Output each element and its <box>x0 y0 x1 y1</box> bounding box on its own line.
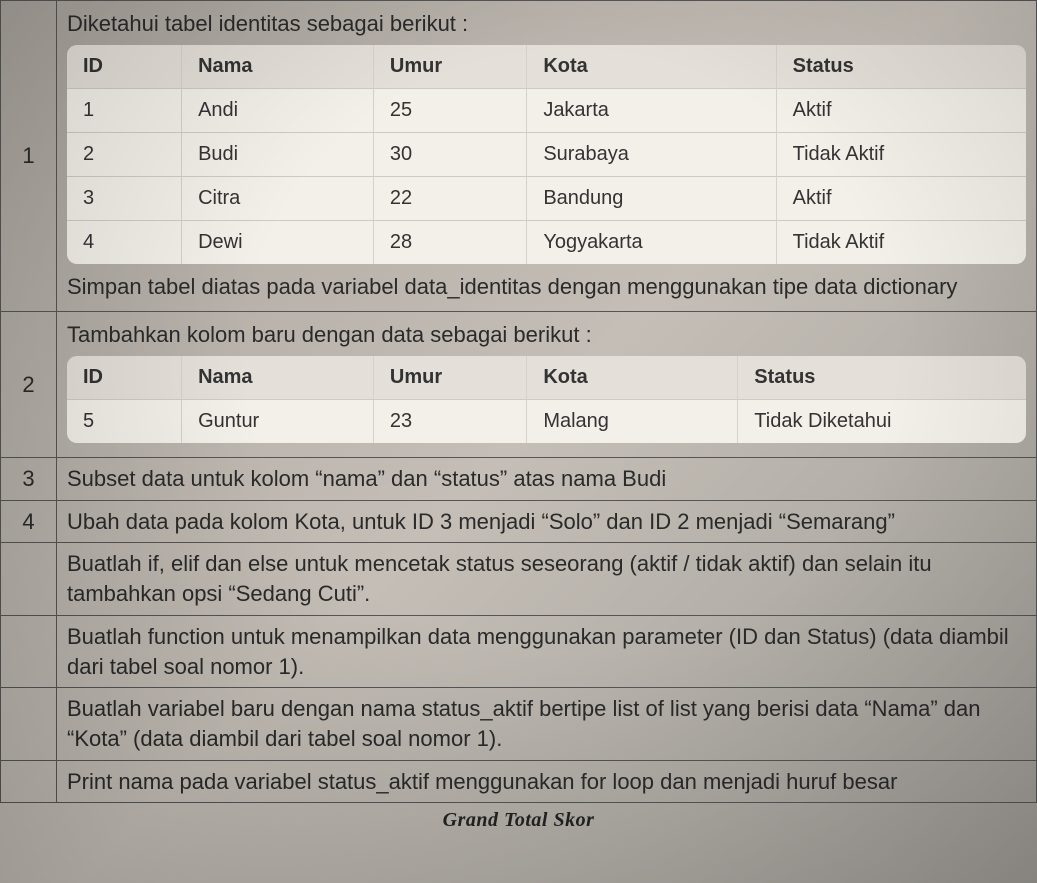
question-grid: 1 Diketahui tabel identitas sebagai beri… <box>0 0 1037 803</box>
table-row: 5 Guntur 23 Malang Tidak Diketahui <box>67 400 1026 443</box>
cell: Bandung <box>527 177 776 221</box>
question-cell: Buatlah if, elif dan else untuk mencetak… <box>57 543 1037 615</box>
cell: 30 <box>374 133 527 177</box>
cell: 2 <box>67 133 182 177</box>
cell: Citra <box>182 177 374 221</box>
cell: 4 <box>67 221 182 264</box>
cell: Andi <box>182 89 374 133</box>
cell: 23 <box>374 400 527 443</box>
col-header: Kota <box>527 356 738 400</box>
cell: Aktif <box>777 89 1026 133</box>
col-header: Umur <box>374 45 527 89</box>
cell: Tidak Aktif <box>777 221 1026 264</box>
question-outro: Simpan tabel diatas pada variabel data_i… <box>67 272 1026 302</box>
question-number <box>1 760 57 803</box>
question-number <box>1 615 57 687</box>
cell: Dewi <box>182 221 374 264</box>
cell: Budi <box>182 133 374 177</box>
question-cell: Diketahui tabel identitas sebagai beriku… <box>57 1 1037 312</box>
cell: 1 <box>67 89 182 133</box>
question-text: Buatlah function untuk menampilkan data … <box>67 624 1009 679</box>
cell: Tidak Diketahui <box>738 400 1026 443</box>
table-row: 2 Budi 30 Surabaya Tidak Aktif <box>67 133 1026 177</box>
col-header: Umur <box>374 356 527 400</box>
cell: Yogyakarta <box>527 221 776 264</box>
question-number: 3 <box>1 458 57 501</box>
col-header: Nama <box>182 45 374 89</box>
add-row-table: ID Nama Umur Kota Status 5 Guntur 23 Mal… <box>67 356 1026 443</box>
question-intro: Tambahkan kolom baru dengan data sebagai… <box>67 320 1026 350</box>
question-cell: Tambahkan kolom baru dengan data sebagai… <box>57 312 1037 458</box>
question-number: 4 <box>1 500 57 543</box>
question-text: Buatlah if, elif dan else untuk mencetak… <box>67 551 932 606</box>
cell: Jakarta <box>527 89 776 133</box>
cell: Tidak Aktif <box>777 133 1026 177</box>
question-text: Buatlah variabel baru dengan nama status… <box>67 696 981 751</box>
cell: Malang <box>527 400 738 443</box>
col-header: Nama <box>182 356 374 400</box>
table-row: 4 Dewi 28 Yogyakarta Tidak Aktif <box>67 221 1026 264</box>
table-row: 1 Andi 25 Jakarta Aktif <box>67 89 1026 133</box>
table-row: 3 Citra 22 Bandung Aktif <box>67 177 1026 221</box>
cell: 28 <box>374 221 527 264</box>
question-cell: Buatlah function untuk menampilkan data … <box>57 615 1037 687</box>
cell: 22 <box>374 177 527 221</box>
question-text: Print nama pada variabel status_aktif me… <box>67 769 897 794</box>
question-number <box>1 688 57 760</box>
col-header: Status <box>738 356 1026 400</box>
question-number: 2 <box>1 312 57 458</box>
identity-table: ID Nama Umur Kota Status 1 Andi 25 Jakar… <box>67 45 1026 264</box>
col-header: Kota <box>527 45 776 89</box>
cell: 3 <box>67 177 182 221</box>
cell: Guntur <box>182 400 374 443</box>
question-cell: Subset data untuk kolom “nama” dan “stat… <box>57 458 1037 501</box>
question-cell: Ubah data pada kolom Kota, untuk ID 3 me… <box>57 500 1037 543</box>
footer-cut-text: Grand Total Skor <box>0 803 1037 832</box>
question-intro: Diketahui tabel identitas sebagai beriku… <box>67 9 1026 39</box>
col-header: Status <box>777 45 1026 89</box>
cell: 5 <box>67 400 182 443</box>
col-header: ID <box>67 45 182 89</box>
cell: Surabaya <box>527 133 776 177</box>
question-cell: Buatlah variabel baru dengan nama status… <box>57 688 1037 760</box>
cell: Aktif <box>777 177 1026 221</box>
question-text: Subset data untuk kolom “nama” dan “stat… <box>67 466 666 491</box>
question-text: Ubah data pada kolom Kota, untuk ID 3 me… <box>67 509 895 534</box>
question-number <box>1 543 57 615</box>
question-number: 1 <box>1 1 57 312</box>
question-cell: Print nama pada variabel status_aktif me… <box>57 760 1037 803</box>
col-header: ID <box>67 356 182 400</box>
cell: 25 <box>374 89 527 133</box>
